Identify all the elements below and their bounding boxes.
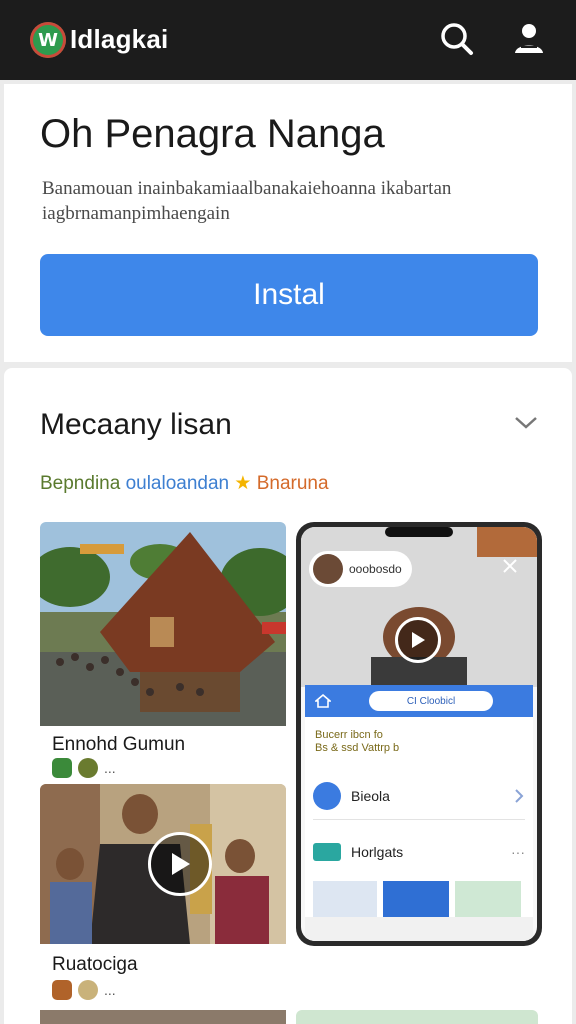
app-title: Oh Penagra Nanga: [40, 112, 385, 156]
media-tile-partial: [40, 1010, 286, 1024]
inner-list-item[interactable]: Bieola: [313, 779, 525, 813]
inner-list-label: Bieola: [351, 788, 390, 804]
tagline-part-2: oulaloandan: [125, 473, 230, 494]
caller-name: ooobosdo: [349, 562, 402, 576]
section-tagline: Bepndina oulaloandan ★ Bnaruna: [40, 472, 329, 495]
media-tile-partial: [296, 1010, 538, 1024]
search-icon[interactable]: [436, 18, 478, 60]
media-tile[interactable]: Ruatociga ...: [40, 784, 286, 1008]
tile-label: Ennohd Gumun: [52, 734, 186, 755]
media-tile[interactable]: Ennohd Gumun ...: [40, 522, 286, 780]
chevron-down-icon[interactable]: [512, 412, 540, 432]
rating-icon: [78, 980, 98, 1000]
tagline-part-3: Bnaruna: [256, 473, 329, 494]
section-title: Mecaany lisan: [40, 408, 232, 441]
inner-app-bar: CI Cloobicl: [305, 685, 533, 717]
divider: [313, 819, 525, 820]
media-section-card: Mecaany lisan Bepndina oulaloandan ★ Bna…: [4, 368, 572, 1024]
star-icon: ★: [234, 473, 252, 494]
inner-list-item[interactable]: Horlgats ···: [313, 835, 525, 869]
app-name: Idlagkai: [70, 24, 169, 54]
inner-note-line: Bucerr ibcn fo: [315, 729, 383, 741]
tile-meta-text: ...: [104, 760, 116, 776]
tile-meta: ...: [52, 758, 116, 778]
widget-icon: [313, 843, 341, 861]
tile-label: Ruatociga: [52, 954, 138, 975]
inner-app-panel: CI Cloobicl Bucerr ibcn fo Bs & ssd Vatt…: [305, 685, 533, 941]
app-description: Banamouan inainbakamiaalbanakaiehoanna i…: [42, 178, 452, 224]
app-top-bar: W Idlagkai: [0, 0, 576, 80]
chevron-right-icon: [515, 789, 524, 803]
app-badge-icon: [52, 980, 72, 1000]
tagline-part-1: Bepndina: [40, 473, 121, 494]
traditional-house-photo: [40, 522, 286, 726]
inner-nav-bar: [305, 917, 533, 941]
more-icon[interactable]: ···: [511, 844, 525, 860]
app-badge-icon: [52, 758, 72, 778]
inner-list-label: Horlgats: [351, 844, 404, 860]
app-info-card: Oh Penagra Nanga Banamouan inainbakamiaa…: [4, 84, 572, 362]
phone-screen: ooobosdo CI Cloobicl Bucerr ibcn fo Bs &…: [301, 527, 537, 941]
play-icon[interactable]: [395, 617, 441, 663]
app-logo-icon: W: [30, 22, 66, 58]
inner-note: Bucerr ibcn fo Bs & ssd Vattrp b: [315, 729, 399, 755]
avatar: [313, 554, 343, 584]
home-icon[interactable]: [315, 693, 331, 709]
caller-bubble: ooobosdo: [309, 551, 412, 587]
inner-search-chip[interactable]: CI Cloobicl: [369, 691, 493, 711]
play-icon[interactable]: [148, 832, 212, 896]
inner-note-line: Bs & ssd Vattrp b: [315, 742, 400, 754]
tile-meta: ...: [52, 980, 116, 1000]
settings-icon: [313, 782, 341, 810]
user-icon[interactable]: [508, 18, 550, 60]
install-button[interactable]: Instal: [40, 254, 538, 336]
tile-meta-text: ...: [104, 982, 116, 998]
close-icon[interactable]: [501, 557, 519, 575]
rating-icon: [78, 758, 98, 778]
phone-screenshot[interactable]: ooobosdo CI Cloobicl Bucerr ibcn fo Bs &…: [296, 522, 542, 946]
